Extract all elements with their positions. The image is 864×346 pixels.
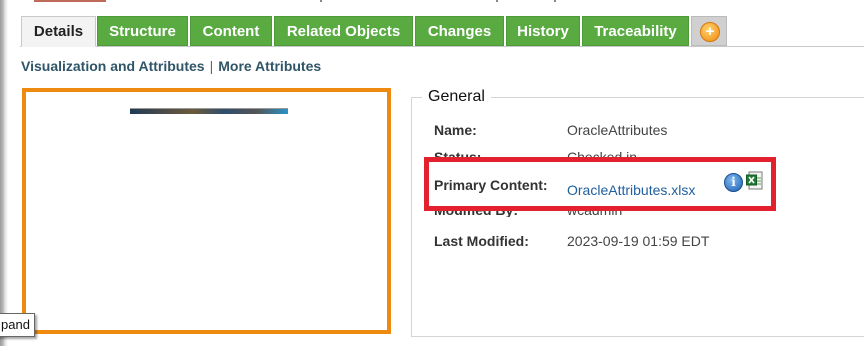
name-value: OracleAttributes xyxy=(567,122,668,138)
more-attributes-link[interactable]: More Attributes xyxy=(218,58,321,74)
tab-traceability[interactable]: Traceability xyxy=(582,16,689,46)
primary-content-highlight xyxy=(424,157,776,211)
details-subnav: Visualization and Attributes | More Attrib… xyxy=(21,58,321,74)
tab-structure[interactable]: Structure xyxy=(97,16,188,46)
tab-history[interactable]: History xyxy=(506,16,580,46)
last-modified-value: 2023-09-19 01:59 EDT xyxy=(567,233,710,249)
tab-related-objects[interactable]: Related Objects xyxy=(274,16,413,46)
subnav-separator: | xyxy=(209,58,214,74)
header-decoration xyxy=(34,0,106,2)
tab-content[interactable]: Content xyxy=(190,16,272,46)
general-legend: General xyxy=(422,88,491,106)
visualization-panel[interactable] xyxy=(22,88,391,334)
tab-details[interactable]: Details xyxy=(21,16,96,47)
top-header-remnant xyxy=(18,0,864,4)
visualization-thumbnail[interactable] xyxy=(130,108,288,114)
tab-bar: Details Structure Content Related Object… xyxy=(20,15,864,47)
plus-circle-icon: + xyxy=(700,22,720,42)
left-splitter[interactable] xyxy=(0,0,9,346)
last-modified-label: Last Modified: xyxy=(434,233,529,249)
visualization-attributes-link[interactable]: Visualization and Attributes xyxy=(21,58,205,74)
general-fieldset: General Name: OracleAttributes Status: C… xyxy=(411,88,864,337)
add-tab-button[interactable]: + xyxy=(691,16,727,46)
name-label: Name: xyxy=(434,122,477,138)
expand-tooltip: pand xyxy=(0,313,35,337)
tab-changes[interactable]: Changes xyxy=(415,16,504,46)
